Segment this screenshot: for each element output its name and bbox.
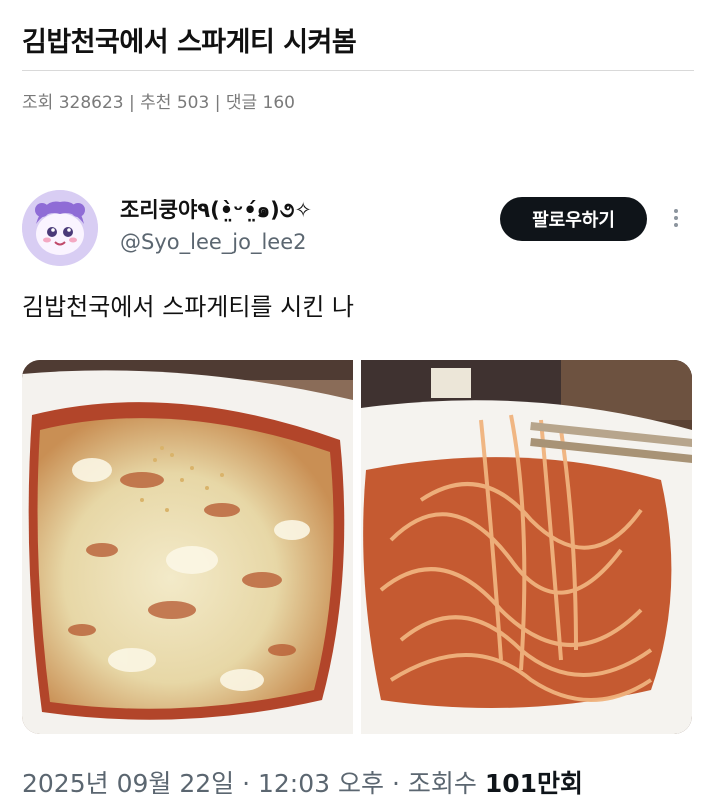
spaghetti-chopsticks-photo[interactable] (361, 360, 692, 734)
meta-separator: | (129, 93, 135, 113)
embedded-tweet: 조리쿵야٩(•̤̀ᵕ•̤́๑)૭✧ @Syo_lee_jo_lee2 팔로우하기… (0, 170, 714, 801)
post-title: 김밥천국에서 스파게티 시켜봄 (22, 27, 357, 58)
timestamp-dot: · (391, 769, 400, 798)
recommend-label: 추천 (140, 93, 172, 113)
tweet-timestamp: 2025년 09월 22일 · 12:03 오후 · 조회수 101만회 (22, 764, 583, 800)
tweet-views-number: 101 (484, 769, 538, 798)
title-divider (22, 70, 694, 71)
tweet-time[interactable]: 12:03 오후 (258, 769, 384, 798)
meta-separator: | (214, 93, 221, 113)
recommend-count: 503 (176, 93, 210, 113)
comments-label: 댓글 (225, 93, 258, 113)
tweet-text: 김밥천국에서 스파게티를 시킨 나 (22, 293, 355, 321)
post-meta: 조회 328623 | 추천 503 | 댓글 160 (22, 88, 295, 113)
more-options-icon[interactable] (666, 206, 686, 236)
cheese-topped-dish-photo[interactable] (22, 360, 353, 734)
follow-button[interactable]: 팔로우하기 (500, 197, 647, 241)
avatar[interactable] (22, 190, 98, 266)
views-count: 328623 (58, 93, 124, 113)
tweet-views-label: 조회수 (407, 769, 477, 798)
timestamp-dot: · (242, 769, 251, 798)
tweet-date[interactable]: 2025년 09월 22일 (22, 769, 234, 798)
tweet-media (22, 360, 692, 734)
tweet-views-unit: 만회 (537, 769, 584, 798)
views-label: 조회 (22, 93, 54, 113)
comments-count: 160 (262, 93, 295, 113)
display-name[interactable]: 조리쿵야٩(•̤̀ᵕ•̤́๑)૭✧ (120, 194, 312, 227)
user-handle[interactable]: @Syo_lee_jo_lee2 (120, 230, 307, 254)
